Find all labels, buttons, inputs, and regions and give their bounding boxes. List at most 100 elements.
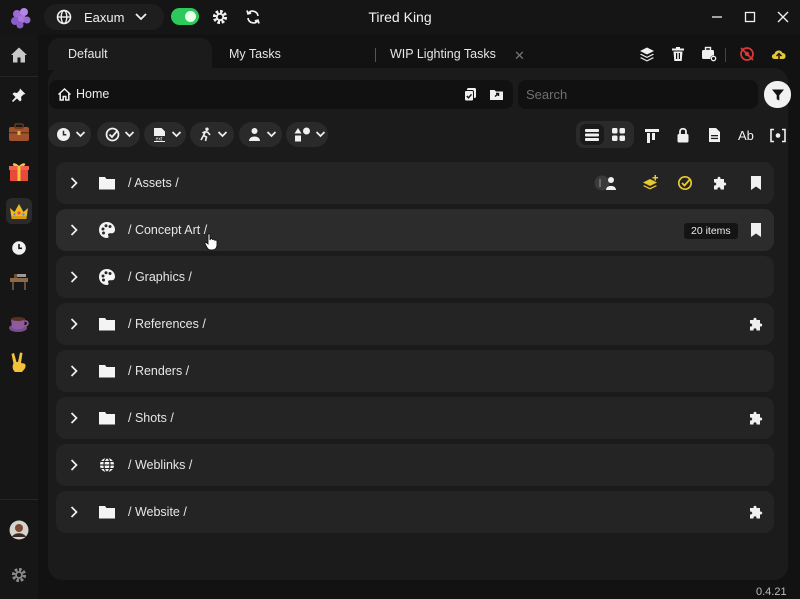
folder-label: / Website / — [128, 505, 187, 519]
online-toggle[interactable] — [171, 8, 199, 25]
date-filter[interactable] — [48, 122, 91, 147]
pin-icon[interactable] — [6, 82, 32, 108]
globe-icon — [98, 456, 116, 474]
chevron-right-icon[interactable] — [69, 458, 79, 472]
chevron-right-icon[interactable] — [69, 364, 79, 378]
close-tab-icon[interactable]: ✕ — [514, 48, 525, 64]
refresh-icon[interactable] — [244, 8, 262, 26]
tab-separator — [375, 48, 376, 62]
gear-icon[interactable] — [211, 8, 229, 26]
project-selector[interactable]: Eaxum — [44, 4, 164, 30]
chevron-down-icon — [75, 130, 86, 139]
bracket-variable-icon[interactable] — [769, 127, 787, 143]
tab-wip-lighting-tasks[interactable]: WIP Lighting Tasks — [390, 38, 496, 70]
text-format-toggle[interactable]: Ab — [738, 128, 754, 143]
home-icon[interactable] — [57, 87, 72, 102]
file-type-filter[interactable]: ext — [144, 122, 186, 147]
bookmark-icon[interactable] — [748, 175, 764, 191]
svg-text:ext: ext — [156, 136, 163, 142]
plugin-icon[interactable] — [748, 316, 764, 332]
briefcase-settings-icon[interactable] — [701, 46, 717, 62]
left-sidebar — [0, 34, 38, 599]
title-bar: Eaxum Tired King — [0, 0, 800, 34]
shape-type-filter[interactable] — [286, 122, 328, 147]
maximize-icon[interactable] — [742, 9, 758, 25]
folder-row-renders[interactable]: / Renders / — [56, 350, 774, 392]
chevron-right-icon[interactable] — [69, 270, 79, 284]
file-extension-icon: ext — [152, 127, 167, 143]
carpentry-icon[interactable] — [6, 269, 32, 295]
lock-icon[interactable] — [675, 127, 691, 143]
avatar[interactable] — [6, 517, 32, 543]
breadcrumb[interactable]: Home — [49, 80, 513, 109]
folder-icon — [98, 503, 116, 521]
chevron-down-icon — [315, 130, 326, 139]
minimize-icon[interactable] — [709, 9, 725, 25]
toolbar-separator — [725, 48, 726, 62]
status-filter[interactable] — [97, 122, 140, 147]
settings-gear-icon[interactable] — [6, 562, 32, 588]
app-version: 0.4.21 — [756, 586, 787, 598]
close-icon[interactable] — [775, 9, 791, 25]
folder-row-graphics[interactable]: / Graphics / — [56, 256, 774, 298]
crown-icon[interactable] — [6, 198, 32, 224]
chevron-right-icon[interactable] — [69, 505, 79, 519]
chevron-down-icon — [124, 130, 135, 139]
folder-label: / Weblinks / — [128, 458, 193, 472]
chevron-right-icon[interactable] — [69, 317, 79, 331]
grid-view-icon[interactable] — [606, 124, 630, 145]
palette-icon — [98, 268, 116, 286]
cloud-upload-icon[interactable] — [770, 46, 788, 62]
folder-row-website[interactable]: / Website / — [56, 491, 774, 533]
folder-row-concept-art[interactable]: / Concept Art / 20 items — [56, 209, 774, 251]
document-icon[interactable] — [706, 127, 722, 143]
window-title: Tired King — [368, 9, 432, 25]
assignees-avatar-icon[interactable] — [594, 175, 624, 191]
folder-row-assets[interactable]: / Assets / — [56, 162, 774, 204]
app-logo-icon[interactable] — [9, 6, 33, 30]
globe-icon — [56, 9, 72, 25]
view-mode-toggle — [576, 121, 634, 148]
folder-label: / References / — [128, 317, 206, 331]
layers-icon[interactable] — [639, 46, 655, 62]
plugin-icon[interactable] — [748, 410, 764, 426]
chevron-right-icon[interactable] — [69, 223, 79, 237]
chevron-down-icon — [134, 11, 148, 23]
assignee-filter[interactable] — [239, 122, 282, 147]
plugin-icon[interactable] — [748, 504, 764, 520]
tab-label: My Tasks — [229, 47, 281, 61]
chevron-right-icon[interactable] — [69, 176, 79, 190]
coffee-icon[interactable] — [6, 310, 32, 336]
gift-icon[interactable] — [6, 158, 32, 184]
briefcase-icon[interactable] — [6, 119, 32, 145]
chevron-right-icon[interactable] — [69, 411, 79, 425]
home-nav-icon[interactable] — [6, 42, 32, 68]
activity-filter[interactable] — [190, 122, 234, 147]
folder-icon — [98, 362, 116, 380]
shapes-icon — [294, 127, 311, 142]
trash-icon[interactable] — [670, 46, 686, 62]
filter-button[interactable] — [764, 81, 791, 108]
sort-columns-icon[interactable] — [644, 127, 660, 143]
folder-row-weblinks[interactable]: / Weblinks / — [56, 444, 774, 486]
victory-hand-icon[interactable] — [6, 349, 32, 375]
bookmark-icon[interactable] — [748, 222, 764, 238]
tab-default[interactable]: Default — [48, 38, 212, 70]
tab-my-tasks[interactable]: My Tasks — [229, 38, 281, 70]
chevron-down-icon — [171, 130, 182, 139]
search-input[interactable] — [518, 80, 758, 109]
filter-icon — [771, 88, 785, 102]
task-check-icon[interactable] — [677, 175, 693, 191]
layers-add-icon[interactable] — [643, 175, 659, 191]
plugin-icon[interactable] — [712, 175, 728, 191]
list-view-icon[interactable] — [580, 124, 604, 145]
hand-cursor-icon — [204, 233, 218, 251]
breadcrumb-home-label[interactable]: Home — [76, 87, 109, 101]
open-folder-icon[interactable] — [489, 87, 504, 102]
check-circle-icon — [105, 127, 120, 142]
copy-path-icon[interactable] — [463, 87, 478, 102]
sync-off-icon[interactable] — [739, 46, 755, 62]
folder-row-shots[interactable]: / Shots / — [56, 397, 774, 439]
clock-icon[interactable] — [6, 235, 32, 261]
folder-row-references[interactable]: / References / — [56, 303, 774, 345]
